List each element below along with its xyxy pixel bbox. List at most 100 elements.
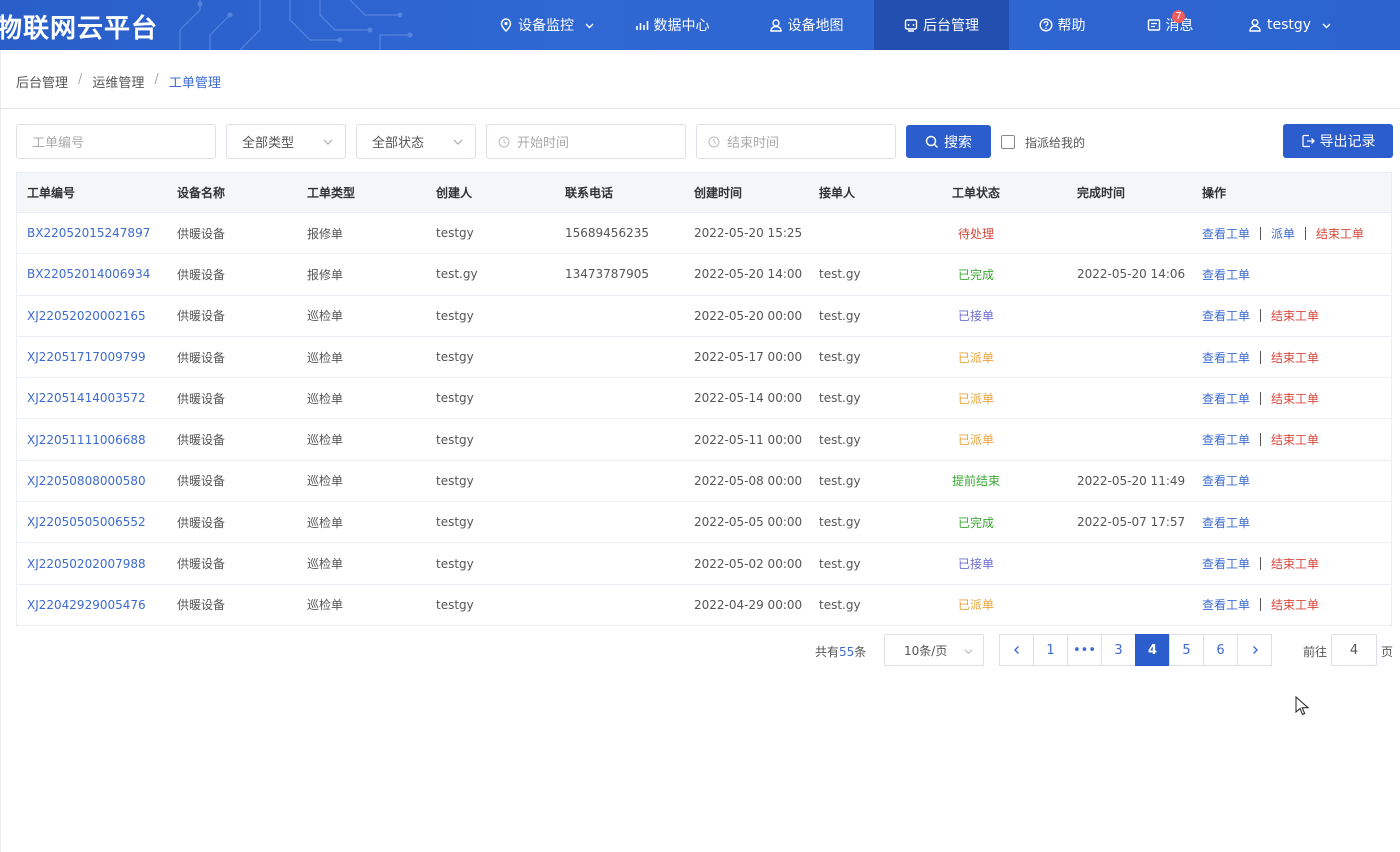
goto-page-input[interactable]: 4 bbox=[1331, 634, 1377, 666]
created-time-cell: 2022-05-08 00:00 bbox=[694, 473, 803, 488]
view-order-link[interactable]: 查看工单 bbox=[1202, 555, 1250, 572]
table-row: XJ22051111006688 供暖设备 巡检单 testgy 2022-05-11 … bbox=[17, 419, 1391, 461]
column-header: 操作 bbox=[1202, 186, 1227, 200]
order-number-link[interactable]: XJ22051414003572 bbox=[27, 378, 146, 418]
nav-data-center[interactable]: 数据中心 bbox=[620, 0, 724, 50]
chevron-down-icon bbox=[323, 139, 333, 145]
nav-device-monitor[interactable]: 设备监控 bbox=[486, 0, 608, 50]
column-header: 设备名称 bbox=[177, 186, 226, 200]
more-pages-button[interactable]: ••• bbox=[1067, 634, 1102, 666]
nav-user-menu[interactable]: testgy bbox=[1240, 0, 1340, 50]
order-number-placeholder: 工单编号 bbox=[32, 136, 85, 151]
page-size-select[interactable]: 10条/页 bbox=[884, 634, 984, 666]
table-row: XJ22051717009799 供暖设备 巡检单 testgy 2022-05-17 … bbox=[17, 337, 1391, 379]
view-order-link[interactable]: 查看工单 bbox=[1202, 266, 1250, 283]
view-order-link[interactable]: 查看工单 bbox=[1202, 349, 1250, 366]
end-order-link[interactable]: 结束工单 bbox=[1271, 596, 1319, 613]
view-order-link[interactable]: 查看工单 bbox=[1202, 225, 1250, 242]
end-time-picker[interactable]: 结束时间 bbox=[696, 124, 896, 159]
order-number-link[interactable]: XJ22051111006688 bbox=[27, 419, 146, 459]
page-button[interactable]: 1 bbox=[1033, 634, 1068, 666]
page-button[interactable]: 4 bbox=[1135, 634, 1170, 666]
order-number-link[interactable]: BX22052014006934 bbox=[27, 254, 150, 294]
export-records-button[interactable]: 导出记录 bbox=[1283, 124, 1393, 158]
end-order-link[interactable]: 结束工单 bbox=[1316, 225, 1364, 242]
phone-cell: 15689456235 bbox=[565, 226, 649, 241]
status-badge: 已接单 bbox=[957, 309, 994, 324]
breadcrumb-item[interactable]: 运维管理 bbox=[92, 72, 144, 91]
view-order-link[interactable]: 查看工单 bbox=[1202, 514, 1250, 531]
order-number-link[interactable]: XJ22050505006552 bbox=[27, 502, 146, 542]
nav-label: 设备地图 bbox=[787, 18, 844, 34]
nav-help[interactable]: 帮助 bbox=[1026, 0, 1098, 50]
assigned-to-me-label[interactable]: 指派给我的 bbox=[1025, 134, 1085, 151]
next-page-button[interactable] bbox=[1237, 634, 1272, 666]
order-number-link[interactable]: XJ22052020002165 bbox=[27, 296, 146, 336]
start-time-picker[interactable]: 开始时间 bbox=[486, 124, 686, 159]
device-name-cell: 供暖设备 bbox=[177, 515, 226, 530]
end-order-link[interactable]: 结束工单 bbox=[1271, 349, 1319, 366]
message-count-badge: 7 bbox=[1172, 10, 1185, 23]
type-select[interactable]: 全部类型 bbox=[226, 124, 346, 159]
end-order-link[interactable]: 结束工单 bbox=[1271, 390, 1319, 407]
creator-cell: test.gy bbox=[436, 267, 478, 282]
view-order-link[interactable]: 查看工单 bbox=[1202, 431, 1250, 448]
clock-icon bbox=[498, 136, 510, 147]
status-select-value: 全部状态 bbox=[372, 136, 425, 151]
creator-cell: testgy bbox=[436, 597, 474, 612]
end-order-link[interactable]: 结束工单 bbox=[1271, 431, 1319, 448]
order-number-link[interactable]: BX22052015247897 bbox=[27, 213, 150, 253]
nav-device-map[interactable]: 设备地图 bbox=[755, 0, 857, 50]
status-badge: 待处理 bbox=[957, 226, 994, 241]
assigned-to-me-checkbox[interactable] bbox=[1001, 135, 1015, 149]
receiver-cell: test.gy bbox=[819, 308, 861, 323]
end-order-link[interactable]: 结束工单 bbox=[1271, 307, 1319, 324]
chevron-right-icon bbox=[1252, 646, 1258, 654]
start-time-placeholder: 开始时间 bbox=[517, 136, 570, 151]
device-name-cell: 供暖设备 bbox=[177, 267, 226, 282]
type-select-value: 全部类型 bbox=[242, 136, 295, 151]
row-actions: 查看工单 结束工单 bbox=[1202, 337, 1319, 377]
status-select[interactable]: 全部状态 bbox=[356, 124, 476, 159]
dispatch-order-link[interactable]: 派单 bbox=[1271, 225, 1295, 242]
receiver-cell: test.gy bbox=[819, 432, 861, 447]
breadcrumb-current: 工单管理 bbox=[168, 76, 221, 91]
created-time-cell: 2022-05-20 15:25 bbox=[694, 226, 803, 241]
row-actions: 查看工单 bbox=[1202, 254, 1250, 294]
receiver-cell: test.gy bbox=[819, 556, 861, 571]
order-type-cell: 巡检单 bbox=[307, 557, 344, 572]
pagination-total: 共有55条 bbox=[815, 643, 866, 660]
created-time-cell: 2022-05-11 00:00 bbox=[694, 432, 803, 447]
view-order-link[interactable]: 查看工单 bbox=[1202, 390, 1250, 407]
creator-cell: testgy bbox=[436, 226, 474, 241]
order-number-link[interactable]: XJ22042929005476 bbox=[27, 585, 146, 625]
order-number-input[interactable]: 工单编号 bbox=[16, 124, 216, 159]
nav-messages[interactable]: 消息 7 bbox=[1134, 0, 1206, 50]
order-number-link[interactable]: XJ22050202007988 bbox=[27, 543, 146, 583]
prev-page-button[interactable] bbox=[999, 634, 1034, 666]
view-order-link[interactable]: 查看工单 bbox=[1202, 307, 1250, 324]
end-order-link[interactable]: 结束工单 bbox=[1271, 555, 1319, 572]
order-number-link[interactable]: XJ22050808000580 bbox=[27, 461, 146, 501]
column-header: 工单状态 bbox=[951, 186, 1000, 200]
breadcrumb-item[interactable]: 后台管理 bbox=[16, 72, 68, 91]
view-order-link[interactable]: 查看工单 bbox=[1202, 596, 1250, 613]
page-button[interactable]: 5 bbox=[1169, 634, 1204, 666]
row-actions: 查看工单 结束工单 bbox=[1202, 419, 1319, 459]
search-icon bbox=[925, 135, 939, 148]
table-row: XJ22050808000580 供暖设备 巡检单 testgy 2022-05-08 … bbox=[17, 461, 1391, 503]
user-icon bbox=[1249, 19, 1261, 32]
total-suffix: 条 bbox=[854, 645, 867, 659]
nav-admin[interactable]: 后台管理 bbox=[874, 0, 1009, 50]
order-type-cell: 巡检单 bbox=[307, 515, 344, 530]
page-button[interactable]: 6 bbox=[1203, 634, 1238, 666]
map-person-icon bbox=[769, 19, 782, 32]
order-number-link[interactable]: XJ22051717009799 bbox=[27, 337, 146, 377]
view-order-link[interactable]: 查看工单 bbox=[1202, 472, 1250, 489]
search-button[interactable]: 搜索 bbox=[906, 125, 991, 158]
column-header: 接单人 bbox=[819, 186, 856, 200]
page-button[interactable]: 3 bbox=[1101, 634, 1136, 666]
breadcrumb-separator: / bbox=[78, 72, 83, 87]
device-name-cell: 供暖设备 bbox=[177, 598, 226, 613]
table-row: BX22052014006934 供暖设备 报修单 test.gy 1347378790… bbox=[17, 254, 1391, 296]
